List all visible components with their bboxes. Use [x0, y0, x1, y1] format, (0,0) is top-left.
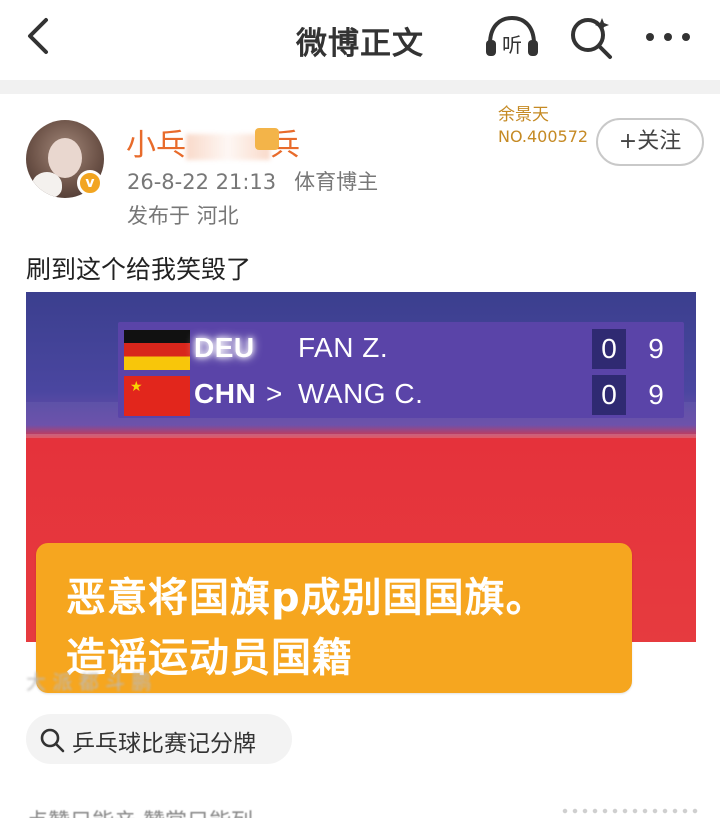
footer-partial-text: 点赞只能亲 赞赏只能列 [26, 804, 253, 818]
member-badge-icon [255, 128, 279, 150]
post-time: 26-8-22 21:13 [127, 170, 277, 194]
post-location: 发布于 河北 [127, 204, 239, 228]
caption-line-1: 恶意将国旗p成别国国旗。 [66, 575, 547, 621]
china-flag-icon: ★ [124, 376, 190, 416]
section-separator [0, 80, 720, 94]
scoreboard: DEU FAN Z. 0 9 ★ CHN > WANG C. 0 9 [118, 322, 684, 418]
verified-badge-icon: v [77, 170, 103, 196]
author-name-start: 小乓 [126, 128, 186, 163]
footer-partial: 点赞只能亲 赞赏只能列 [0, 796, 720, 818]
player-name: FAN Z. [298, 332, 389, 363]
top-nav-bar: 微博正文 听 [0, 0, 720, 80]
games-score: 0 [592, 375, 626, 415]
serve-indicator: > [266, 378, 283, 409]
flag-star-icon: ★ [130, 378, 143, 394]
player-name: WANG C. [298, 378, 424, 409]
follow-button[interactable]: +关注 [596, 118, 704, 166]
headphones-icon: 听 [486, 15, 538, 57]
scoreboard-row: DEU FAN Z. 0 9 [118, 326, 684, 372]
image-watermark: 大 派 都 斗 鹏 [26, 670, 152, 694]
points-score: 9 [648, 379, 664, 410]
country-code: CHN [194, 378, 257, 409]
listen-button[interactable]: 听 [482, 12, 542, 62]
country-code: DEU [194, 332, 255, 363]
topic-chip[interactable]: 乒乓球比赛记分牌 [26, 714, 292, 764]
more-button[interactable] [640, 12, 696, 62]
avatar-face [48, 138, 82, 178]
fan-medal-name: 余景天 [498, 105, 549, 125]
fan-medal-number: NO.400572 [498, 127, 589, 146]
author-role: 体育博主 [294, 170, 379, 194]
post-text: 刷到这个给我笑毁了 [26, 255, 252, 284]
games-score: 0 [592, 329, 626, 369]
topic-label: 乒乓球比赛记分牌 [72, 731, 256, 757]
fan-medal: 余景天 NO.400572 [498, 104, 588, 148]
table-edge [26, 434, 696, 438]
more-icon [646, 33, 690, 41]
listen-label: 听 [502, 33, 522, 57]
germany-flag-icon [124, 330, 190, 370]
search-icon [571, 18, 612, 59]
dotted-divider [560, 808, 700, 814]
post-meta: 26-8-22 21:13 体育博主 [127, 166, 378, 196]
points-score: 9 [648, 333, 664, 364]
scoreboard-row: ★ CHN > WANG C. 0 9 [118, 372, 684, 418]
search-icon [40, 728, 65, 753]
search-button[interactable] [566, 12, 616, 62]
avatar-pet [32, 172, 62, 198]
